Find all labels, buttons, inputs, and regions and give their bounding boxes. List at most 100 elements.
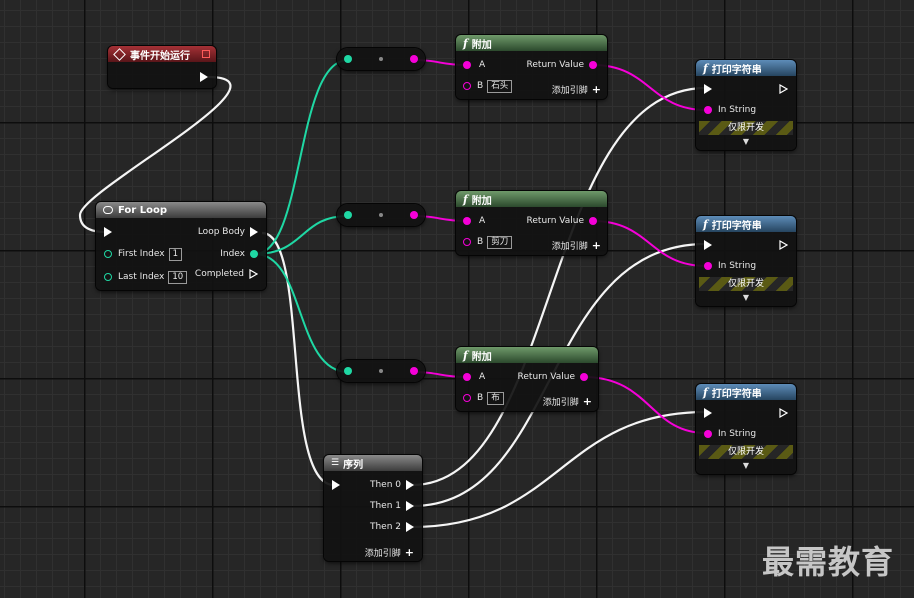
expand-chevron-icon[interactable]: ▼ [696, 137, 796, 146]
in-string-pin[interactable] [704, 106, 712, 114]
add-pin-plus-icon[interactable]: + [592, 83, 601, 96]
event-node-title: 事件开始运行 [130, 50, 190, 62]
delegate-pin-icon[interactable] [202, 50, 210, 58]
expand-chevron-icon[interactable]: ▼ [696, 293, 796, 302]
add-pin-plus-icon[interactable]: + [592, 239, 601, 252]
print-string-title: 打印字符串 [711, 220, 762, 232]
conversion-out-pin[interactable] [410, 367, 418, 375]
conversion-in-pin[interactable] [344, 211, 352, 219]
event-diamond-icon [113, 47, 126, 61]
conversion-in-pin[interactable] [344, 55, 352, 63]
then0-label: Then 0 [369, 480, 401, 490]
int-to-string-node-2[interactable] [337, 204, 425, 226]
dev-only-label: 仅限开发 [727, 123, 764, 133]
a-label: A [479, 216, 486, 226]
print-string-node-3[interactable]: f 打印字符串 In String 仅限开发 ▼ [696, 384, 796, 474]
print-string-title: 打印字符串 [711, 64, 762, 76]
print-exec-out-pin[interactable] [779, 84, 788, 94]
add-pin-label[interactable]: 添加引脚 [543, 395, 579, 408]
first-index-label: First Index [118, 249, 165, 259]
wire-return2-to-instring2 [592, 220, 707, 267]
last-index-field[interactable]: 10 [168, 270, 188, 284]
print-exec-in-pin[interactable] [704, 240, 712, 250]
add-pin-plus-icon[interactable]: + [405, 546, 414, 559]
in-string-pin[interactable] [704, 430, 712, 438]
watermark-logo: 最需教育 [762, 543, 895, 581]
index-pin[interactable] [250, 250, 258, 258]
a-pin[interactable] [463, 217, 471, 225]
then0-pin[interactable] [406, 480, 414, 490]
sequence-node[interactable]: ☰ 序列 Then 0 Then 1 Then 2 添加引脚 + [324, 455, 422, 561]
a-pin[interactable] [463, 373, 471, 381]
completed-pin[interactable] [249, 269, 258, 279]
print-string-node-2[interactable]: f 打印字符串 In String 仅限开发 ▼ [696, 216, 796, 306]
return-value-pin[interactable] [589, 217, 597, 225]
then2-pin[interactable] [406, 522, 414, 532]
print-string-header: f 打印字符串 [696, 60, 796, 76]
function-icon: f [463, 36, 468, 50]
print-string-node-1[interactable]: f 打印字符串 In String 仅限开发 ▼ [696, 60, 796, 150]
print-exec-in-pin[interactable] [704, 84, 712, 94]
b-field[interactable]: 布 [487, 391, 504, 405]
conversion-in-pin[interactable] [344, 367, 352, 375]
function-icon: f [703, 385, 708, 399]
for-loop-exec-in-pin[interactable] [104, 227, 112, 237]
event-begin-play-node[interactable]: 事件开始运行 [108, 46, 216, 88]
append-node-2[interactable]: f 附加 A Return Value B 剪刀 添加引脚 + [456, 191, 607, 255]
last-index-label: Last Index [118, 272, 165, 282]
append-node-1[interactable]: f 附加 A Return Value B 石头 添加引脚 + [456, 35, 607, 99]
b-pin[interactable] [463, 394, 471, 402]
append-title: 附加 [471, 195, 492, 207]
blueprint-graph-canvas[interactable]: 事件开始运行 For Loop Loop Body First Index 1 … [0, 0, 914, 598]
return-value-label: Return Value [517, 372, 575, 382]
a-pin[interactable] [463, 61, 471, 69]
conversion-out-pin[interactable] [410, 211, 418, 219]
event-exec-out-pin[interactable] [200, 72, 208, 82]
b-label: B [477, 393, 484, 403]
append-title: 附加 [471, 39, 492, 51]
a-label: A [479, 60, 486, 70]
development-only-banner: 仅限开发 [699, 121, 793, 135]
b-pin[interactable] [463, 82, 471, 90]
last-index-pin[interactable] [104, 273, 112, 281]
sequence-exec-in-pin[interactable] [332, 480, 340, 490]
expand-chevron-icon[interactable]: ▼ [696, 461, 796, 470]
b-field[interactable]: 石头 [487, 79, 513, 93]
print-exec-out-pin[interactable] [779, 408, 788, 418]
b-label: B [477, 81, 484, 91]
int-to-string-node-3[interactable] [337, 360, 425, 382]
print-exec-in-pin[interactable] [704, 408, 712, 418]
add-pin-label[interactable]: 添加引脚 [552, 239, 588, 252]
conversion-out-pin[interactable] [410, 55, 418, 63]
wire-then0-to-print1 [411, 86, 707, 487]
return-value-pin[interactable] [589, 61, 597, 69]
in-string-pin[interactable] [704, 262, 712, 270]
sequence-add-pin-label[interactable]: 添加引脚 [365, 546, 401, 559]
first-index-field[interactable]: 1 [168, 247, 182, 261]
loop-body-pin[interactable] [250, 227, 258, 237]
development-only-banner: 仅限开发 [699, 277, 793, 291]
sequence-title: 序列 [343, 459, 364, 471]
print-exec-out-pin[interactable] [779, 240, 788, 250]
print-string-header: f 打印字符串 [696, 384, 796, 400]
function-icon: f [703, 61, 708, 75]
add-pin-plus-icon[interactable]: + [583, 395, 592, 408]
loop-body-label: Loop Body [197, 227, 245, 237]
wire-return3-to-instring3 [583, 376, 707, 434]
add-pin-label[interactable]: 添加引脚 [552, 83, 588, 96]
int-to-string-node-1[interactable] [337, 48, 425, 70]
b-field[interactable]: 剪刀 [487, 235, 513, 249]
append-node-3[interactable]: f 附加 A Return Value B布 添加引脚 + [456, 347, 598, 411]
append-header: f 附加 [456, 347, 598, 363]
conversion-dot-icon [379, 57, 383, 61]
for-loop-title: For Loop [118, 204, 167, 216]
for-loop-node[interactable]: For Loop Loop Body First Index 1 Index L… [96, 202, 266, 290]
return-value-pin[interactable] [580, 373, 588, 381]
then1-pin[interactable] [406, 501, 414, 511]
dev-only-label: 仅限开发 [727, 447, 764, 457]
then1-label: Then 1 [369, 501, 401, 511]
b-pin[interactable] [463, 238, 471, 246]
first-index-pin[interactable] [104, 250, 112, 258]
return-value-label: Return Value [526, 60, 584, 70]
append-header: f 附加 [456, 35, 607, 51]
